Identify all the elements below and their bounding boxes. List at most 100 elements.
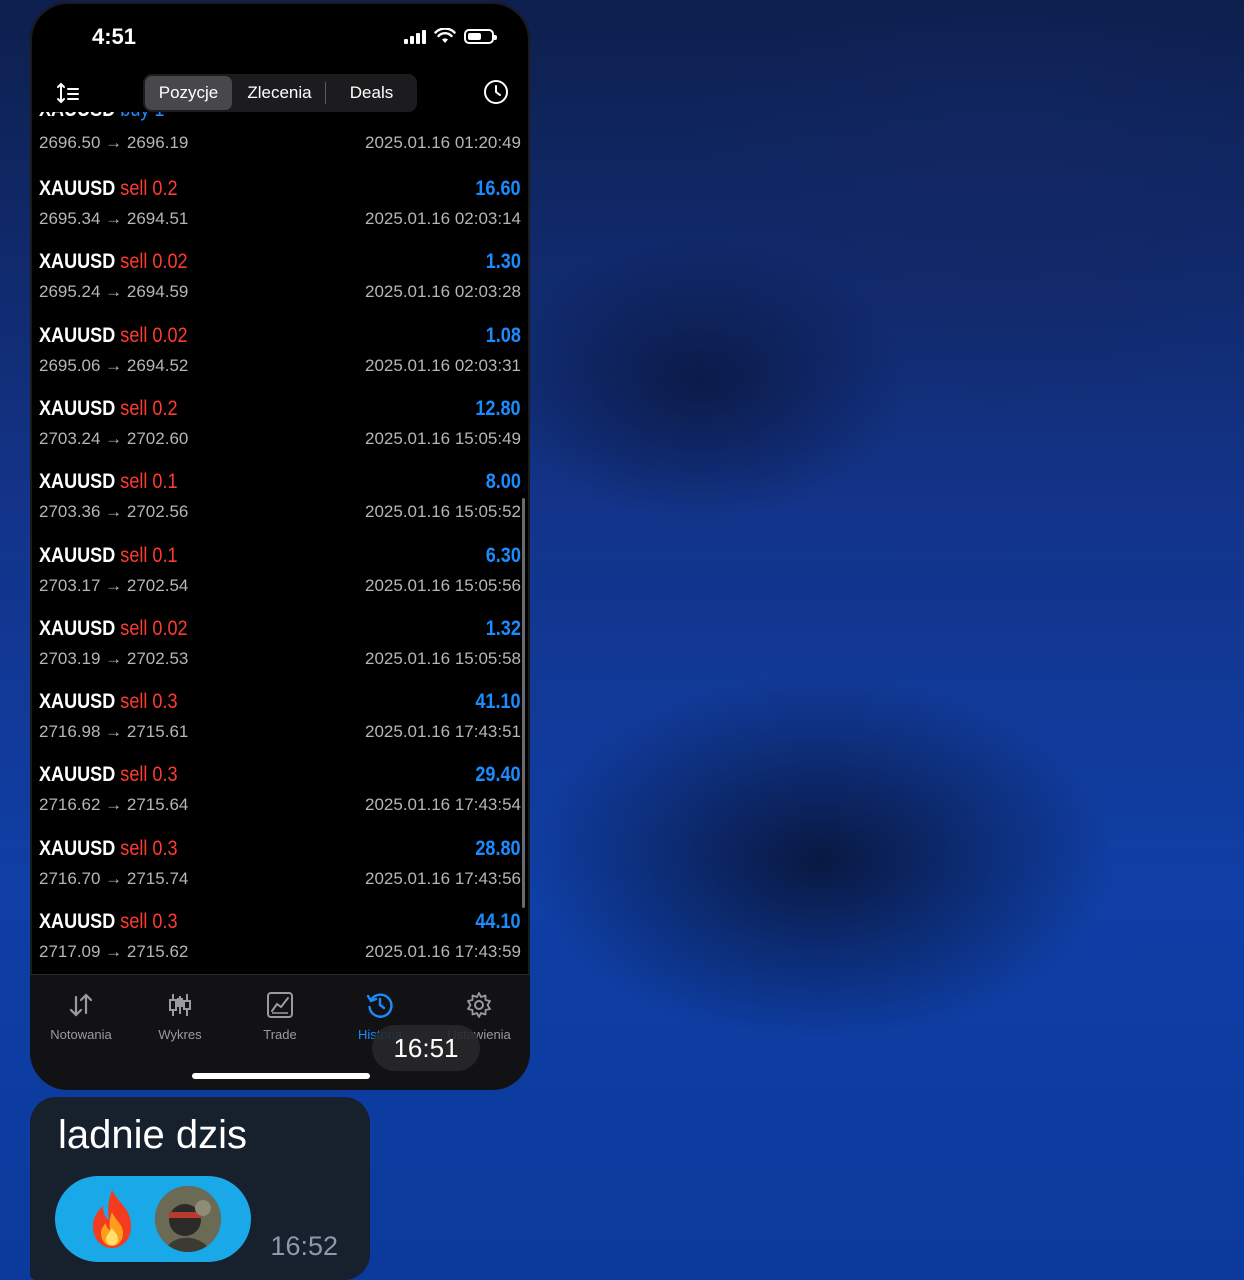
trade-time: 2025.01.16 01:20:49 xyxy=(365,133,521,152)
trade-profit: 1.08 xyxy=(485,323,521,347)
nav-quotes[interactable]: Notowania xyxy=(31,991,131,1042)
trade-profit: 12.80 xyxy=(475,396,521,420)
trade-volume: 0.3 xyxy=(152,910,178,933)
trade-row[interactable]: XAUUSD sell 0.2 12.80 2703.24 → 2702.60 202… xyxy=(30,391,530,464)
reaction-chip[interactable] xyxy=(55,1176,251,1262)
trade-time: 2025.01.16 02:03:31 xyxy=(365,355,521,375)
trade-row[interactable]: XAUUSD sell 0.3 41.10 2716.98 → 2715.61 202… xyxy=(30,684,530,757)
trade-symbol: XAUUSD xyxy=(39,396,116,420)
trade-row[interactable]: XAUUSD sell 0.02 1.08 2695.06 → 2694.52 202… xyxy=(30,318,530,391)
clock-icon[interactable] xyxy=(482,78,510,106)
top-toolbar: Pozycje Zlecenia Deals xyxy=(30,72,530,116)
trade-row[interactable]: XAUUSD sell 0.02 1.32 2703.19 → 2702.53 202… xyxy=(30,611,530,684)
trade-row[interactable]: XAUUSD sell 0.2 16.60 2695.34 → 2694.51 202… xyxy=(30,171,530,244)
nav-chart[interactable]: Wykres xyxy=(130,991,230,1042)
trade-title: XAUUSD sell 0.3 xyxy=(39,837,178,861)
scroll-indicator[interactable] xyxy=(522,498,525,908)
home-indicator xyxy=(192,1073,370,1079)
trade-symbol: XAUUSD xyxy=(39,250,116,274)
trade-volume: 0.1 xyxy=(152,470,178,494)
trade-row[interactable]: XAUUSD sell 0.02 1.30 2695.24 → 2694.59 202… xyxy=(30,244,530,317)
trade-prices: 2703.24 → 2702.60 xyxy=(39,428,189,448)
trade-time: 2025.01.16 17:43:59 xyxy=(365,942,521,961)
trade-time: 2025.01.16 15:05:49 xyxy=(365,428,521,448)
trade-title: XAUUSD sell 0.1 xyxy=(39,470,178,494)
cellular-signal-icon xyxy=(404,28,426,44)
trade-side: sell xyxy=(120,616,148,640)
trade-title: XAUUSD sell 0.2 xyxy=(39,397,178,421)
trade-side: sell xyxy=(120,763,148,787)
trade-volume: 0.3 xyxy=(152,836,178,860)
trade-symbol: XAUUSD xyxy=(39,763,116,787)
trade-prices: 2703.36 → 2702.56 xyxy=(39,502,189,522)
chat-message-bubble[interactable]: ladnie dzis 16:52 xyxy=(30,1097,370,1280)
sort-icon[interactable] xyxy=(54,80,82,108)
trade-symbol: XAUUSD xyxy=(39,910,116,933)
trade-title: XAUUSD sell 0.2 xyxy=(39,177,178,201)
trade-chart-icon xyxy=(267,992,293,1018)
trade-title: XAUUSD sell 0.3 xyxy=(39,690,178,714)
trade-time: 2025.01.16 15:05:56 xyxy=(365,575,521,595)
trade-volume: 0.02 xyxy=(152,323,188,347)
trade-time: 2025.01.16 02:03:28 xyxy=(365,282,521,302)
trade-time: 2025.01.16 17:43:56 xyxy=(365,868,521,888)
trade-side: sell xyxy=(120,250,148,274)
trade-profit: 29.40 xyxy=(475,763,521,787)
trade-volume: 0.02 xyxy=(152,616,188,640)
trade-side: sell xyxy=(120,470,148,494)
trade-profit: 44.10 xyxy=(475,910,521,933)
trade-history-list[interactable]: XAUUSD buy 1 2696.50 → 2696.19 2025.01.1… xyxy=(30,112,530,974)
message-time: 16:52 xyxy=(270,1231,338,1261)
tab-positions[interactable]: Pozycje xyxy=(145,76,232,110)
trade-symbol: XAUUSD xyxy=(39,616,116,640)
trade-row[interactable]: XAUUSD sell 0.1 8.00 2703.36 → 2702.56 2025… xyxy=(30,464,530,537)
trade-volume: 0.2 xyxy=(152,396,178,420)
trade-time: 2025.01.16 02:03:14 xyxy=(365,209,521,228)
trade-prices: 2716.70 → 2715.74 xyxy=(39,868,189,888)
nav-label: Wykres xyxy=(158,1027,202,1042)
tab-orders[interactable]: Zlecenia xyxy=(236,76,323,110)
trade-title: XAUUSD sell 0.02 xyxy=(39,250,188,274)
avatar-picture xyxy=(155,1186,221,1252)
trade-volume: 0.3 xyxy=(152,763,178,787)
gear-icon xyxy=(467,992,491,1018)
trade-volume: 0.1 xyxy=(152,543,178,567)
trade-side: sell xyxy=(120,177,148,200)
phone-screenshot: 4:51 Pozycje Zlecenia Deals 2696.50 → 26… xyxy=(30,2,530,1090)
trade-profit: 1.30 xyxy=(485,250,521,274)
status-icons xyxy=(404,28,497,44)
trade-side: sell xyxy=(120,836,148,860)
trade-title-partial: XAUUSD buy 1 xyxy=(39,112,164,122)
trade-volume: 0.3 xyxy=(152,690,178,714)
segment-divider xyxy=(325,82,326,104)
status-bar: 4:51 xyxy=(30,2,530,72)
status-time: 4:51 xyxy=(92,24,137,49)
nav-trade[interactable]: Trade xyxy=(230,991,330,1042)
trade-side: sell xyxy=(120,690,148,714)
trade-prices: 2703.17 → 2702.54 xyxy=(39,575,189,595)
trade-profit: 8.00 xyxy=(485,470,521,494)
trade-side: sell xyxy=(120,543,148,567)
trade-profit: 41.10 xyxy=(475,690,521,714)
trade-side: sell xyxy=(120,323,148,347)
trade-row[interactable]: XAUUSD sell 0.3 29.40 2716.62 → 2715.64 202… xyxy=(30,757,530,830)
trade-row[interactable]: XAUUSD sell 0.1 6.30 2703.17 → 2702.54 2025… xyxy=(30,538,530,611)
trade-profit: 1.32 xyxy=(485,616,521,640)
tab-deals[interactable]: Deals xyxy=(328,76,415,110)
trade-side: sell xyxy=(120,396,148,420)
trade-row[interactable]: XAUUSD sell 0.3 28.80 2716.70 → 2715.74 202… xyxy=(30,831,530,904)
trade-symbol: XAUUSD xyxy=(39,543,116,567)
trade-title: XAUUSD sell 0.1 xyxy=(39,544,178,568)
trade-row[interactable]: XAUUSD sell 0.3 44.10 2717.09 → 2715.62 202… xyxy=(30,904,530,974)
trade-time: 2025.01.16 15:05:52 xyxy=(365,502,521,522)
message-text: ladnie dzis xyxy=(58,1113,248,1157)
battery-icon xyxy=(464,28,497,44)
trade-prices: 2716.62 → 2715.64 xyxy=(39,795,189,815)
trade-time: 2025.01.16 17:43:51 xyxy=(365,722,521,742)
trade-symbol: XAUUSD xyxy=(39,470,116,494)
nav-label: Trade xyxy=(263,1027,297,1042)
image-timestamp: 16:51 xyxy=(372,1025,480,1071)
trade-title: XAUUSD sell 0.3 xyxy=(39,763,178,787)
trade-time: 2025.01.16 15:05:58 xyxy=(365,648,521,668)
wifi-icon xyxy=(434,28,456,43)
